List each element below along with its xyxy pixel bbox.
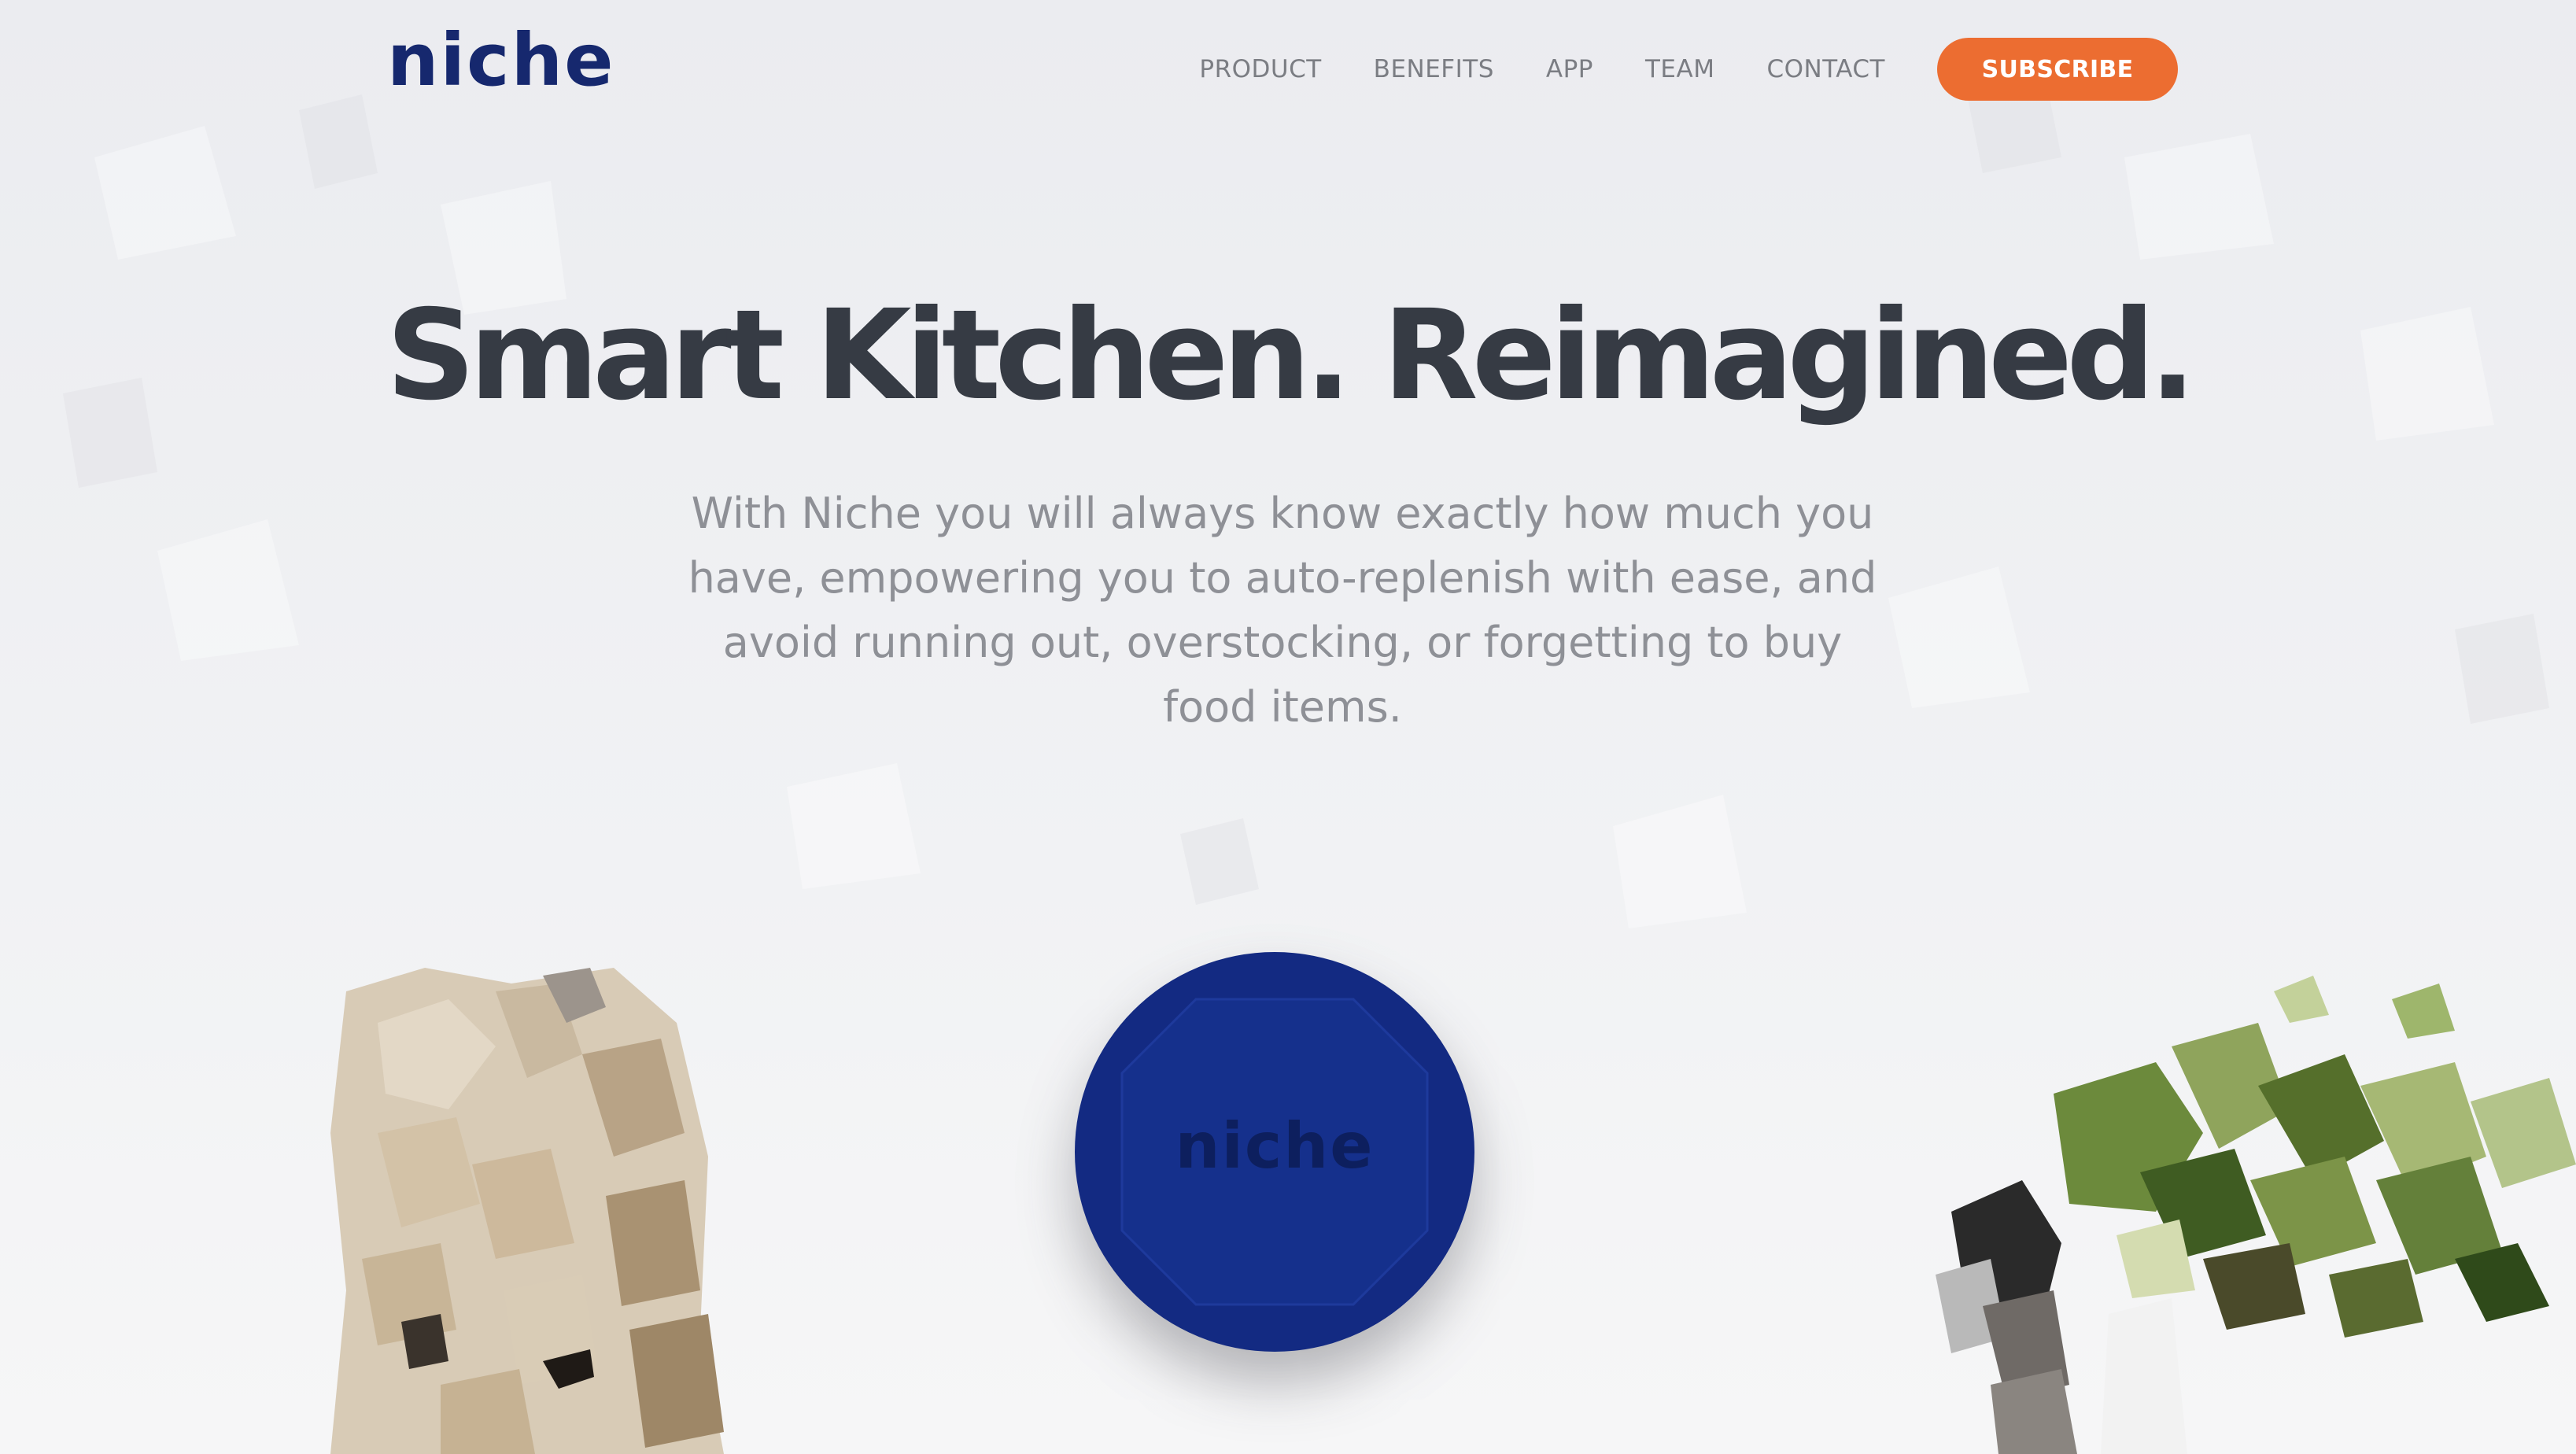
device-logo: niche	[1175, 1109, 1375, 1183]
brand-logo[interactable]: niche	[387, 17, 614, 104]
nav-benefits[interactable]: BENEFITS	[1374, 55, 1494, 83]
hero-title: Smart Kitchen. Reimagined.	[386, 283, 2197, 428]
niche-device: niche	[1075, 952, 1474, 1352]
main-nav: PRODUCT BENEFITS APP TEAM CONTACT SUBSCR…	[1199, 38, 2178, 101]
nav-product[interactable]: PRODUCT	[1199, 55, 1321, 83]
mosaic-bag-image	[330, 968, 724, 1454]
nav-team[interactable]: TEAM	[1645, 55, 1714, 83]
subscribe-button[interactable]: SUBSCRIBE	[1937, 38, 2178, 101]
mosaic-plant-image	[1936, 976, 2576, 1454]
nav-contact[interactable]: CONTACT	[1766, 55, 1885, 83]
hero-subtitle: With Niche you will always know exactly …	[688, 489, 1877, 732]
nav-app[interactable]: APP	[1546, 55, 1593, 83]
site-header: niche PRODUCT BENEFITS APP TEAM CONTACT …	[0, 0, 2576, 142]
